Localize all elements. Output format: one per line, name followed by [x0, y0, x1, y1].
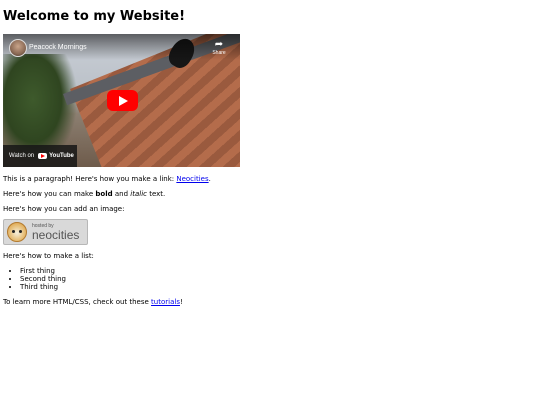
share-icon: ➦: [214, 39, 224, 50]
video-title[interactable]: Peacock Mornings: [29, 44, 87, 51]
neocities-cat-icon: [7, 222, 27, 242]
list-paragraph: Here's how to make a list:: [3, 252, 94, 260]
format-paragraph-end: text.: [146, 190, 166, 198]
youtube-logo: YouTube: [38, 153, 74, 159]
watch-on-label: Watch on: [9, 153, 35, 159]
list-item: First thing: [20, 267, 66, 275]
format-paragraph-and: and: [112, 190, 131, 198]
play-button[interactable]: [107, 90, 138, 111]
list-item: Third thing: [20, 283, 66, 291]
example-list: First thing Second thing Third thing: [20, 267, 66, 291]
share-button[interactable]: ➦ Share: [208, 39, 230, 57]
youtube-play-icon: [38, 153, 48, 159]
image-paragraph: Here's how you can add an image:: [3, 205, 125, 213]
format-paragraph: Here's how you can make bold and italic …: [3, 189, 165, 199]
learn-paragraph: To learn more HTML/CSS, check out these …: [3, 297, 183, 307]
italic-text: italic: [130, 190, 147, 198]
youtube-brand-label: YouTube: [49, 153, 74, 159]
link-paragraph: This is a paragraph! Here's how you make…: [3, 174, 211, 184]
page-title: Welcome to my Website!: [3, 9, 186, 24]
learn-paragraph-text: To learn more HTML/CSS, check out these: [3, 298, 152, 306]
tutorials-link[interactable]: tutorials: [151, 298, 180, 306]
list-item: Second thing: [20, 275, 66, 283]
neocities-link[interactable]: Neocities: [176, 175, 208, 183]
share-label: Share: [212, 50, 226, 56]
learn-paragraph-end: !: [179, 298, 183, 306]
bold-text: bold: [95, 190, 113, 198]
link-paragraph-text: This is a paragraph! Here's how you make…: [3, 175, 177, 183]
badge-big-text: neocities: [32, 228, 80, 242]
link-paragraph-end: .: [208, 175, 211, 183]
watch-on-youtube-button[interactable]: Watch on YouTube: [3, 145, 77, 167]
hosted-by-neocities-badge: hosted by neocities: [3, 219, 88, 245]
channel-avatar[interactable]: [9, 39, 27, 57]
format-paragraph-text: Here's how you can make: [3, 190, 96, 198]
youtube-video-embed[interactable]: Peacock Mornings ➦ Share Watch on YouTub…: [3, 34, 240, 167]
